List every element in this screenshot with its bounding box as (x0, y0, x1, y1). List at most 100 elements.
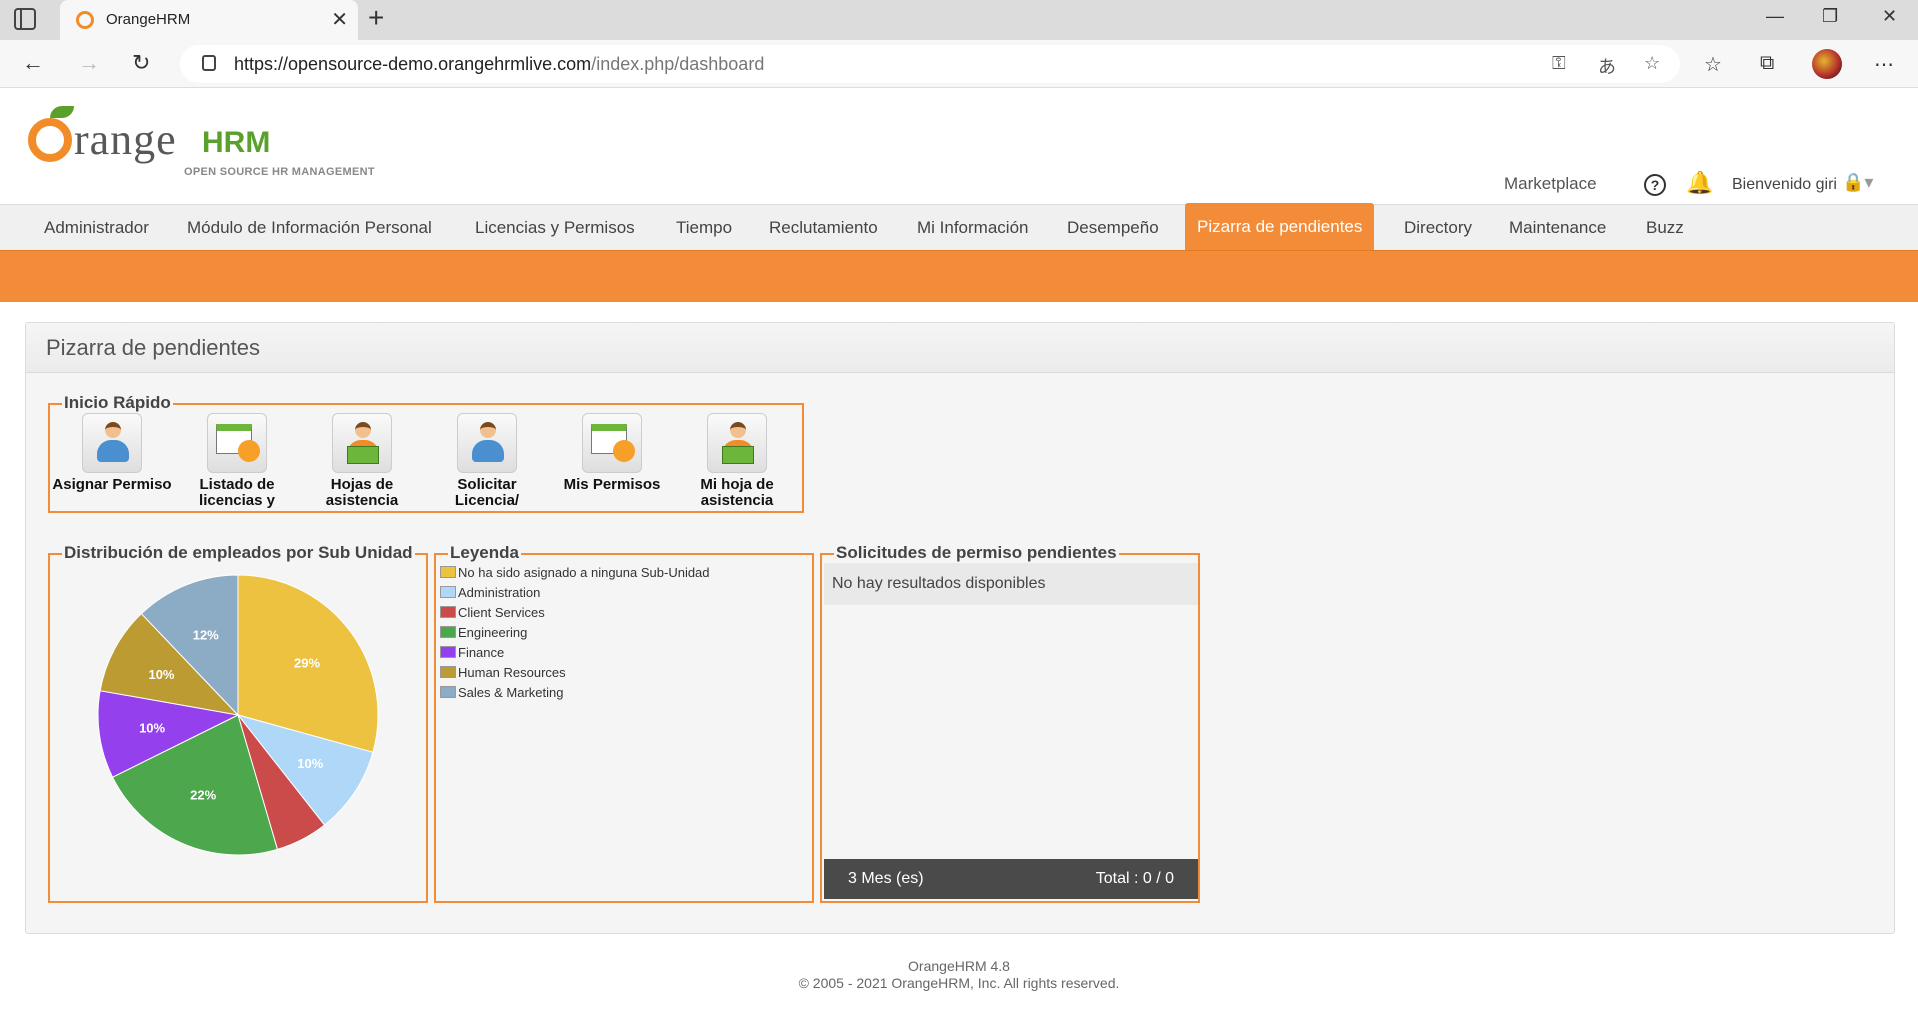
legend-swatch (440, 626, 456, 638)
marketplace-link[interactable]: Marketplace (1504, 174, 1597, 194)
person-icon[interactable] (457, 413, 517, 473)
address-bar-row: ← → ↻ https://opensource-demo.orangehrml… (0, 40, 1918, 88)
more-icon[interactable]: ⋯ (1874, 52, 1894, 77)
url-field[interactable]: https://opensource-demo.orangehrmlive.co… (180, 45, 1680, 83)
url-text[interactable]: https://opensource-demo.orangehrmlive.co… (234, 54, 764, 75)
legend-swatch (440, 646, 456, 658)
quick-launch-label[interactable]: Mis Permisos (550, 477, 674, 511)
pie-chart: 29% 10% 22% 10% 10% 12% (97, 574, 379, 856)
legend-label: Finance (458, 645, 505, 660)
pending-leave-title: Solicitudes de permiso pendientes (834, 543, 1119, 563)
empty-result-row: No hay resultados disponibles (824, 563, 1198, 605)
quick-launch-my-leave[interactable]: Mis Permisos (550, 413, 674, 511)
restore-icon[interactable]: ❐ (1822, 6, 1838, 27)
menu-item-recruitment[interactable]: Reclutamiento (769, 205, 878, 251)
menu-item-time[interactable]: Tiempo (676, 205, 732, 251)
quick-launch-label[interactable]: Asignar Permiso (50, 477, 174, 511)
legend-swatch (440, 666, 456, 678)
lock-icon[interactable] (202, 55, 216, 71)
close-window-icon[interactable]: ✕ (1882, 6, 1897, 27)
distribution-box: Distribución de empleados por Sub Unidad… (48, 543, 428, 903)
pie-slice-label: 29% (294, 655, 320, 670)
person-icon[interactable] (82, 413, 142, 473)
legend-label: No ha sido asignado a ninguna Sub-Unidad (458, 565, 710, 580)
key-icon[interactable]: ⚿ (1552, 53, 1566, 74)
menu-item-maintenance[interactable]: Maintenance (1509, 205, 1606, 251)
menu-item-directory[interactable]: Directory (1404, 205, 1472, 251)
reader-icon[interactable] (332, 413, 392, 473)
reload-icon[interactable]: ↻ (132, 50, 150, 76)
quick-launch-my-timesheet[interactable]: Mi hoja de asistencia (675, 413, 799, 511)
profile-avatar[interactable] (1812, 49, 1842, 79)
quick-launch-label[interactable]: Mi hoja de asistencia (675, 477, 799, 511)
logo-hrm-text: HRM (202, 126, 271, 159)
pie-slice-label: 22% (190, 788, 216, 803)
menu-item-dashboard[interactable]: Pizarra de pendientes (1185, 203, 1375, 251)
calendar-icon[interactable] (582, 413, 642, 473)
pie-slice-label: 10% (139, 720, 165, 735)
legend-label: Administration (458, 585, 541, 600)
new-tab-icon[interactable]: + (368, 2, 384, 34)
browser-tab-bar: OrangeHRM ✕ + — ❐ ✕ (0, 0, 1918, 40)
pie-slice-label: 12% (193, 627, 219, 642)
quick-launch-box: Inicio Rápido Asignar Permiso Listado de… (48, 393, 804, 513)
quick-launch-label[interactable]: Solicitar Licencia/ (425, 477, 549, 511)
quick-launch-label[interactable]: Hojas de asistencia (300, 477, 424, 511)
bell-icon[interactable]: 🔔 (1686, 170, 1713, 196)
menu-item-my-info[interactable]: Mi Información (917, 205, 1028, 251)
legend-swatch (440, 566, 456, 578)
forward-icon[interactable]: → (78, 50, 100, 76)
footer-copyright: © 2005 - 2021 OrangeHRM, Inc. All rights… (798, 975, 1120, 991)
legend-item: Client Services (440, 605, 545, 620)
pending-leave-box: Solicitudes de permiso pendientes No hay… (820, 543, 1200, 903)
logo-leaf-icon (50, 106, 74, 118)
back-icon[interactable]: ← (22, 50, 44, 76)
welcome-user-link[interactable]: Bienvenido giri (1732, 176, 1837, 194)
logo-o-icon (28, 118, 72, 162)
calendar-icon[interactable] (207, 413, 267, 473)
browser-tab[interactable]: OrangeHRM ✕ (60, 0, 358, 40)
legend-title: Leyenda (448, 543, 521, 563)
legend-box: Leyenda No ha sido asignado a ninguna Su… (434, 543, 814, 903)
url-host: https://opensource-demo.orangehrmlive.co… (234, 54, 592, 74)
menu-item-admin[interactable]: Administrador (44, 205, 149, 251)
add-favorite-icon[interactable]: ☆ (1644, 53, 1660, 74)
quick-launch-leave-list[interactable]: Listado de licencias y (175, 413, 299, 511)
legend-item: Human Resources (440, 665, 566, 680)
legend-item: Sales & Marketing (440, 685, 564, 700)
legend-item: Administration (440, 585, 540, 600)
minimize-icon[interactable]: — (1766, 6, 1784, 27)
url-path: /index.php/dashboard (591, 54, 765, 74)
quick-launch-timesheets[interactable]: Hojas de asistencia (300, 413, 424, 511)
logo-tagline: OPEN SOURCE HR MANAGEMENT (184, 166, 375, 178)
user-dropdown-icon[interactable]: 🔒▾ (1842, 172, 1873, 193)
reader-icon[interactable] (707, 413, 767, 473)
help-icon[interactable]: ? (1644, 174, 1666, 196)
menu-item-buzz[interactable]: Buzz (1646, 205, 1684, 251)
logo-text: range (74, 115, 177, 164)
legend-swatch (440, 586, 456, 598)
menu-item-performance[interactable]: Desempeño (1067, 205, 1159, 251)
empty-result-text: No hay resultados disponibles (832, 575, 1046, 592)
quick-launch-apply-leave[interactable]: Solicitar Licencia/ (425, 413, 549, 511)
collections-icon[interactable]: ⧉ (1760, 52, 1774, 75)
legend-label: Sales & Marketing (458, 685, 564, 700)
translate-icon[interactable]: あ (1598, 53, 1616, 79)
favorites-icon[interactable]: ☆ (1704, 52, 1722, 77)
menu-item-leave[interactable]: Licencias y Permisos (475, 205, 635, 251)
tab-title: OrangeHRM (106, 11, 191, 28)
legend-swatch (440, 686, 456, 698)
page-title: Pizarra de pendientes (46, 335, 261, 360)
distribution-title: Distribución de empleados por Sub Unidad (62, 543, 415, 563)
quick-launch-assign-leave[interactable]: Asignar Permiso (50, 413, 174, 511)
legend-label: Engineering (458, 625, 528, 640)
quick-launch-label[interactable]: Listado de licencias y (175, 477, 299, 511)
legend-item: No ha sido asignado a ninguna Sub-Unidad (440, 565, 710, 580)
menu-item-pim[interactable]: Módulo de Información Personal (187, 205, 432, 251)
page-footer: OrangeHRM 4.8 © 2005 - 2021 OrangeHRM, I… (0, 958, 1918, 992)
workspaces-icon[interactable] (14, 8, 36, 30)
pie-slice-label: 10% (297, 756, 323, 771)
dashboard-panel: Pizarra de pendientes Inicio Rápido Asig… (25, 322, 1895, 934)
close-tab-icon[interactable]: ✕ (331, 7, 348, 32)
panel-header: Pizarra de pendientes (26, 323, 1894, 373)
